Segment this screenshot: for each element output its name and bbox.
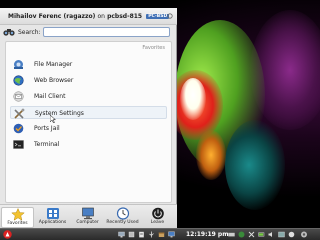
- tab-recently-used[interactable]: Recently Used: [106, 207, 139, 228]
- favorites-panel: Favorites File Manager Web Browser Mail …: [5, 41, 172, 203]
- section-label: Favorites: [142, 45, 165, 51]
- distro-tag: PC-BSD: [146, 14, 170, 19]
- device-icon[interactable]: [128, 231, 135, 238]
- wallpaper-shape: [225, 120, 285, 210]
- settings-tools-icon: [14, 108, 25, 119]
- search-label: Search:: [18, 29, 41, 36]
- usb-icon[interactable]: [148, 231, 155, 238]
- pin-icon[interactable]: [167, 13, 173, 19]
- favorite-item-label: Terminal: [34, 141, 60, 148]
- mail-icon: [13, 91, 24, 102]
- tab-leave[interactable]: Leave: [141, 207, 174, 228]
- app-launcher-icon[interactable]: [3, 230, 12, 239]
- keyboard-icon[interactable]: [228, 231, 235, 238]
- favorite-item-label: Ports Jail: [34, 125, 60, 132]
- launcher-header: Mihailov Ferenc (ragazzo) on pcbsd-815 P…: [0, 8, 177, 25]
- wallpaper-shape: [180, 78, 206, 120]
- favorite-item-label: File Manager: [34, 61, 73, 68]
- volume-icon[interactable]: [268, 231, 275, 238]
- update-icon[interactable]: [238, 231, 245, 238]
- system-tray-icon[interactable]: [248, 231, 255, 238]
- applications-icon: [46, 208, 59, 219]
- tab-favorites[interactable]: Favorites: [1, 207, 34, 228]
- application-launcher: Mihailov Ferenc (ragazzo) on pcbsd-815 P…: [0, 8, 177, 228]
- tab-label: Recently Used: [106, 220, 139, 225]
- search-input[interactable]: [43, 27, 170, 37]
- taskbar: 12:19:19 pm: [0, 228, 320, 240]
- ports-jail-icon: [13, 123, 24, 134]
- tab-label: Favorites: [7, 221, 28, 226]
- favorite-item-web-browser[interactable]: Web Browser: [10, 74, 167, 87]
- star-icon: [10, 208, 25, 221]
- desktop-toolbox-icon[interactable]: [300, 231, 308, 238]
- launcher-tabs: Favorites Applications Computer Recently…: [0, 204, 177, 228]
- package-icon[interactable]: [158, 231, 165, 238]
- tab-label: Applications: [38, 220, 67, 225]
- favorite-item-mail-client[interactable]: Mail Client: [10, 90, 167, 103]
- tab-label: Computer: [76, 220, 99, 225]
- network-status-icon[interactable]: [278, 231, 285, 238]
- tab-computer[interactable]: Computer: [71, 207, 104, 228]
- binoculars-icon: [3, 29, 15, 36]
- host-prefix: on: [97, 13, 105, 20]
- user-name: Mihailov Ferenc (ragazzo): [8, 13, 96, 20]
- terminal-icon: [13, 140, 24, 149]
- file-manager-icon: [14, 60, 23, 69]
- host-name: pcbsd-815: [107, 13, 143, 20]
- taskbar-clock[interactable]: 12:19:19 pm: [186, 231, 228, 238]
- notification-icon[interactable]: [288, 231, 295, 238]
- tab-applications[interactable]: Applications: [36, 207, 69, 228]
- computer-icon: [81, 207, 94, 220]
- wallpaper-shape: [196, 130, 226, 180]
- user-info: Mihailov Ferenc (ragazzo) on pcbsd-815 P…: [8, 13, 170, 20]
- mouse-cursor-icon: [50, 115, 56, 123]
- favorite-item-terminal[interactable]: Terminal: [10, 138, 167, 151]
- favorite-item-system-settings[interactable]: System Settings: [10, 106, 167, 119]
- search-row: Search:: [3, 26, 175, 38]
- monitor-icon[interactable]: [168, 231, 175, 238]
- favorite-item-label: System Settings: [35, 110, 84, 117]
- power-icon: [151, 207, 164, 220]
- favorite-item-label: Mail Client: [34, 93, 66, 100]
- battery-icon[interactable]: [258, 231, 265, 238]
- tab-label: Leave: [150, 220, 165, 225]
- globe-icon: [13, 75, 24, 86]
- favorite-item-label: Web Browser: [34, 77, 74, 84]
- favorite-item-ports-jail[interactable]: Ports Jail: [10, 122, 167, 135]
- clipboard-icon[interactable]: [138, 231, 145, 238]
- recent-icon: [116, 207, 129, 220]
- favorite-item-file-manager[interactable]: File Manager: [10, 58, 167, 71]
- network-icon[interactable]: [118, 231, 125, 238]
